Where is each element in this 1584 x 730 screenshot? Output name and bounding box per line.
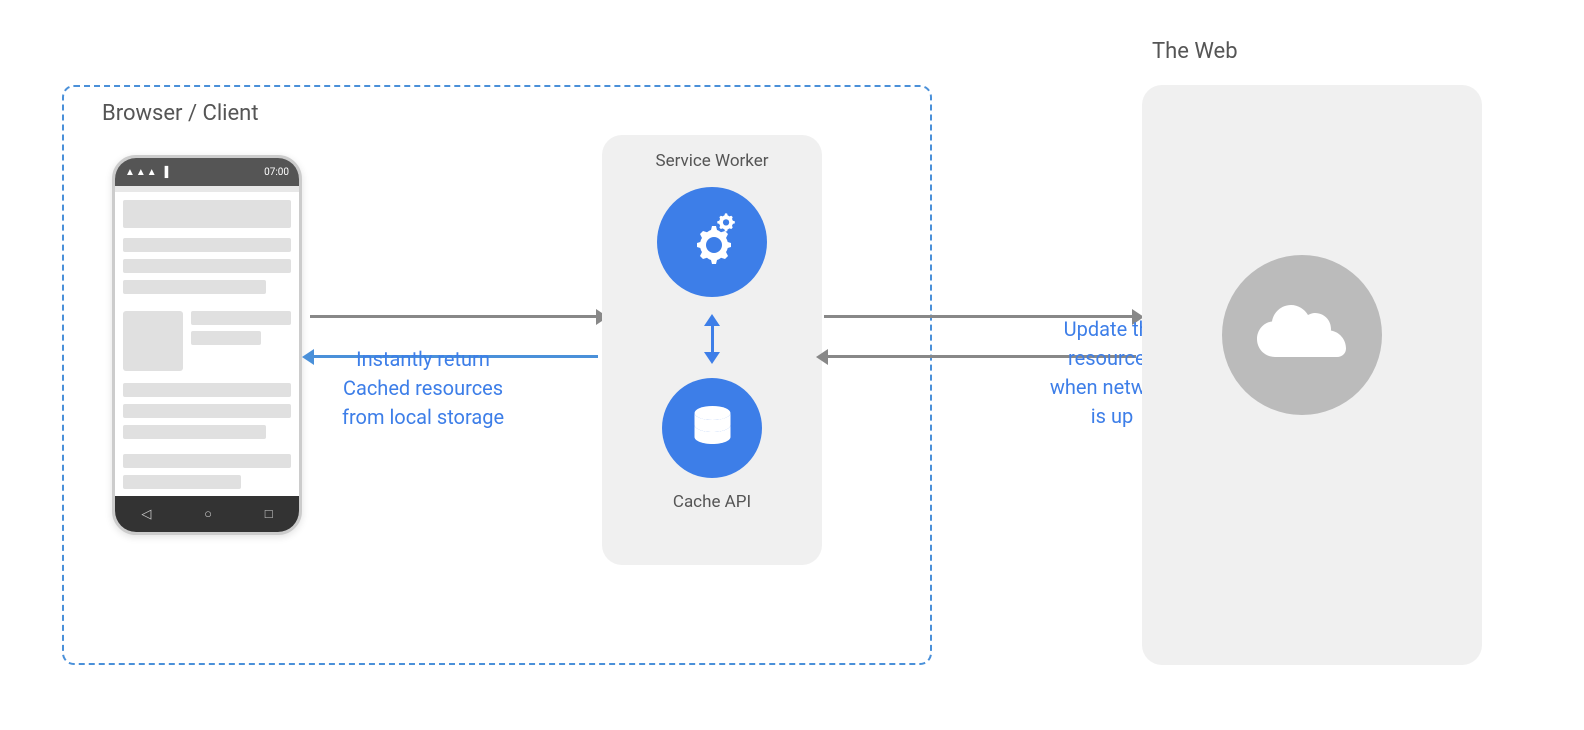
browser-client-label: Browser / Client [94,101,267,126]
cloud-circle [1222,255,1382,415]
arrow-vert-line [711,326,714,352]
arrowhead-left-web-sw [816,349,828,365]
phone-row-8 [123,425,266,439]
arrow-down-head [704,352,720,364]
phone-content-block [123,383,291,489]
phone-row-7 [123,404,291,418]
phone-signal-icons: ▲▲▲ ▐ [125,167,169,178]
phone-content [115,192,299,504]
phone-status-bar: ▲▲▲ ▐ 07:00 [115,158,299,186]
cache-icon-circle [662,378,762,478]
arrow-phone-to-sw [310,315,598,318]
phone-row-9 [123,454,291,468]
phone-row-3 [123,280,266,294]
phone-row-4 [191,311,291,325]
phone-row-10 [123,475,241,489]
phone-row-2 [123,259,291,273]
label-line2: Cached resources [343,376,503,400]
phone-row-1 [123,238,291,252]
phone-home-btn: ○ [204,506,212,522]
phone-body: ▲▲▲ ▐ 07:00 [112,155,302,535]
gear-icon [680,210,745,275]
phone-mockup: ▲▲▲ ▐ 07:00 [112,155,302,555]
vertical-double-arrow [704,311,720,366]
phone-nav-bar: ◁ ○ □ [115,496,299,532]
the-web-label: The Web [1152,39,1238,64]
label-line1: Instantly return [356,347,490,371]
service-worker-icon-circle [657,187,767,297]
label-phone-sw: Instantly return Cached resources from l… [342,345,504,432]
phone-toolbar-placeholder [123,200,291,228]
diagram-container: Browser / Client ▲▲▲ ▐ 07:00 [42,25,1542,705]
arrow-up-head [704,314,720,326]
phone-row-5 [191,331,261,345]
update-label-line4: is up [1091,404,1133,428]
service-worker-box: Service Worker [602,135,822,565]
label-line3: from local storage [342,405,504,429]
cache-api-label: Cache API [673,492,751,512]
phone-recents-btn: □ [265,506,273,522]
service-worker-label: Service Worker [655,151,768,171]
database-icon [685,401,740,456]
phone-back-btn: ◁ [141,507,151,522]
arrowhead-left-sw-phone [302,349,314,365]
phone-time: 07:00 [264,167,289,178]
phone-row-6 [123,383,291,397]
cloud-icon [1257,305,1347,365]
